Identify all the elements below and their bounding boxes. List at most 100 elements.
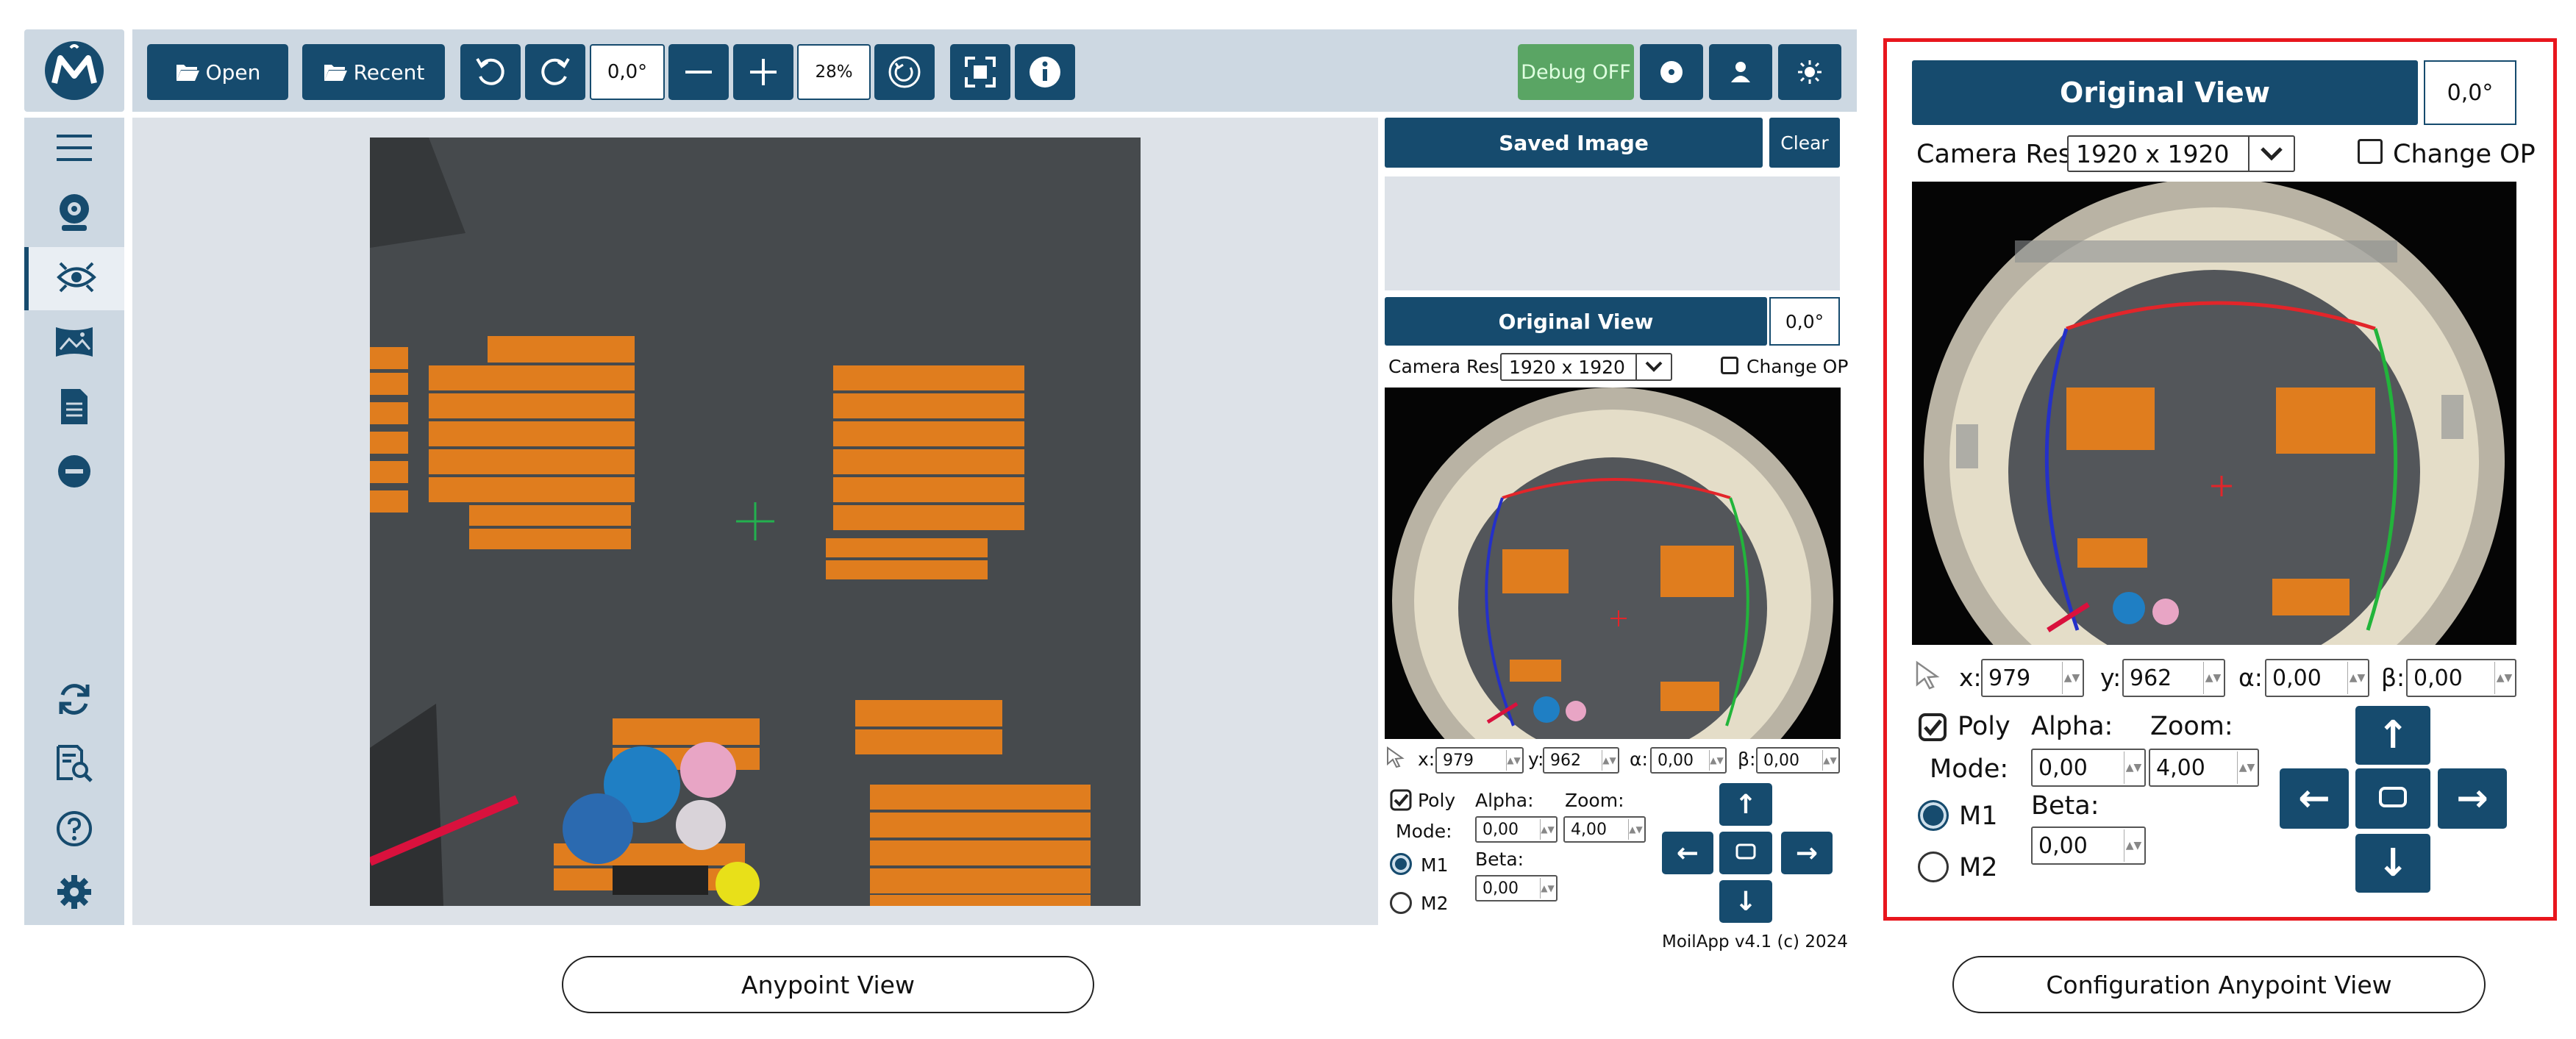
- config-beta-value: 0,00: [2038, 832, 2088, 859]
- spin-arrows-icon[interactable]: ▲▼: [2494, 662, 2513, 694]
- reset-icon: [885, 53, 924, 91]
- config-original-view-angle[interactable]: 0,0°: [2424, 60, 2516, 125]
- sidebar-item-document[interactable]: [24, 376, 124, 440]
- config-x-input[interactable]: 979 ▲▼: [1981, 659, 2084, 697]
- spin-arrows-icon[interactable]: ▲▼: [1822, 750, 1837, 771]
- config-move-down-button[interactable]: ↓: [2355, 834, 2430, 893]
- config-m1-radio[interactable]: [1918, 800, 1949, 831]
- sidebar-item-menu[interactable]: [24, 118, 124, 181]
- config-alpha-input[interactable]: 0,00 ▲▼: [2031, 749, 2146, 787]
- disc-icon: [1657, 57, 1686, 87]
- original-fisheye-image[interactable]: [1385, 388, 1841, 739]
- rotate-right-button[interactable]: [525, 44, 585, 100]
- config-m2-radio[interactable]: [1918, 851, 1949, 882]
- search-document-icon: [55, 745, 93, 786]
- spin-arrows-icon[interactable]: ▲▼: [2124, 829, 2143, 862]
- camera-res-select[interactable]: 1920 x 1920: [1500, 353, 1672, 381]
- fit-screen-button[interactable]: [950, 44, 1010, 100]
- poly-checkbox[interactable]: [1390, 789, 1412, 814]
- config-beta-input[interactable]: 0,00 ▲▼: [2031, 826, 2146, 865]
- sidebar-item-inspect[interactable]: [24, 734, 124, 797]
- spin-arrows-icon[interactable]: ▲▼: [1628, 819, 1643, 840]
- beta-input[interactable]: 0,00 ▲▼: [1475, 875, 1558, 901]
- y-input[interactable]: 962 ▲▼: [1543, 747, 1619, 774]
- spin-arrows-icon[interactable]: ▲▼: [1540, 819, 1555, 840]
- saved-image-area[interactable]: [1385, 176, 1840, 290]
- sidebar-item-settings[interactable]: [24, 862, 124, 925]
- info-button[interactable]: [1015, 44, 1075, 100]
- camera-button[interactable]: [1640, 44, 1703, 100]
- config-x-label: x:: [1959, 663, 1982, 692]
- config-zoom-input[interactable]: 4,00 ▲▼: [2149, 749, 2259, 787]
- change-op-checkbox[interactable]: [1721, 357, 1738, 374]
- spin-arrows-icon[interactable]: ▲▼: [2062, 662, 2081, 694]
- move-left-button[interactable]: ←: [1662, 832, 1713, 874]
- rotation-value[interactable]: 0,0°: [590, 44, 665, 100]
- theme-button[interactable]: [1778, 44, 1841, 100]
- config-y-input[interactable]: 962 ▲▼: [2122, 659, 2225, 697]
- sidebar-item-help[interactable]: [24, 799, 124, 862]
- anypoint-result-image[interactable]: [370, 138, 1141, 906]
- zoom-value[interactable]: 28%: [797, 44, 871, 100]
- webcam-icon: [56, 193, 93, 235]
- recent-button[interactable]: Recent: [302, 44, 445, 100]
- config-move-left-button[interactable]: ←: [2280, 768, 2349, 829]
- x-input[interactable]: 979 ▲▼: [1435, 747, 1524, 774]
- move-right-button[interactable]: →: [1781, 832, 1833, 874]
- spin-arrows-icon[interactable]: ▲▼: [1506, 750, 1521, 771]
- alpha-symbol-value: 0,00: [1658, 751, 1694, 770]
- alpha-value: 0,00: [1483, 820, 1519, 839]
- config-camera-res-select[interactable]: 1920 x 1920: [2067, 135, 2295, 172]
- config-beta-symbol-input[interactable]: 0,00 ▲▼: [2406, 659, 2516, 697]
- config-poly-checkbox[interactable]: [1918, 713, 1947, 745]
- beta-label: Beta:: [1475, 849, 1524, 870]
- config-alpha-symbol-input[interactable]: 0,00 ▲▼: [2265, 659, 2369, 697]
- user-button[interactable]: [1709, 44, 1772, 100]
- sidebar-item-camera[interactable]: [24, 182, 124, 246]
- move-up-button[interactable]: ↑: [1719, 783, 1772, 826]
- sidebar-item-remove[interactable]: [24, 441, 124, 504]
- beta-value: 0,00: [1483, 879, 1519, 898]
- config-center-button[interactable]: [2355, 768, 2430, 829]
- alpha-symbol-input[interactable]: 0,00 ▲▼: [1650, 747, 1727, 774]
- original-view-angle[interactable]: 0,0°: [1769, 297, 1840, 346]
- poly-label: Poly: [1418, 790, 1456, 811]
- config-change-op-label: Change OP: [2393, 140, 2536, 169]
- config-move-right-button[interactable]: →: [2438, 768, 2507, 829]
- open-button[interactable]: Open: [147, 44, 288, 100]
- spin-arrows-icon[interactable]: ▲▼: [2124, 751, 2143, 784]
- m2-radio[interactable]: [1390, 892, 1412, 914]
- center-button[interactable]: [1719, 832, 1772, 874]
- mode-label: Mode:: [1396, 821, 1452, 842]
- sidebar-item-refresh[interactable]: [24, 669, 124, 732]
- config-alpha-label: Alpha:: [2031, 712, 2113, 741]
- spin-arrows-icon[interactable]: ▲▼: [1602, 750, 1616, 771]
- spin-arrows-icon[interactable]: ▲▼: [1540, 878, 1555, 899]
- rotate-left-button[interactable]: [460, 44, 521, 100]
- reset-view-button[interactable]: [874, 44, 935, 100]
- spin-arrows-icon[interactable]: ▲▼: [2347, 662, 2366, 694]
- spin-arrows-icon[interactable]: ▲▼: [2237, 751, 2256, 784]
- spin-arrows-icon[interactable]: ▲▼: [2203, 662, 2222, 694]
- m1-radio[interactable]: [1390, 853, 1412, 875]
- panorama-icon: [54, 324, 94, 363]
- expand-icon: [962, 54, 999, 90]
- debug-toggle-button[interactable]: Debug OFF: [1518, 44, 1634, 100]
- beta-symbol-input[interactable]: 0,00 ▲▼: [1756, 747, 1840, 774]
- zoom-in-button[interactable]: [733, 44, 793, 100]
- sidebar-item-panorama[interactable]: [24, 312, 124, 375]
- move-down-button[interactable]: ↓: [1719, 880, 1772, 923]
- spin-arrows-icon[interactable]: ▲▼: [1709, 750, 1724, 771]
- config-move-up-button[interactable]: ↑: [2355, 706, 2430, 765]
- config-alpha-value: 0,00: [2038, 754, 2088, 781]
- config-alpha-symbol-value: 0,00: [2272, 665, 2322, 691]
- zoom-input[interactable]: 4,00 ▲▼: [1563, 816, 1646, 843]
- alpha-input[interactable]: 0,00 ▲▼: [1475, 816, 1558, 843]
- sidebar-item-anypoint[interactable]: [24, 247, 124, 310]
- config-fisheye-image[interactable]: [1912, 182, 2516, 645]
- zoom-out-button[interactable]: [668, 44, 729, 100]
- clear-button[interactable]: Clear: [1769, 118, 1840, 168]
- caption-anypoint-view: Anypoint View: [562, 956, 1094, 1013]
- config-change-op-checkbox[interactable]: [2358, 139, 2383, 164]
- top-toolbar: Open Recent 0,0° 28% Debug OFF: [132, 29, 1857, 112]
